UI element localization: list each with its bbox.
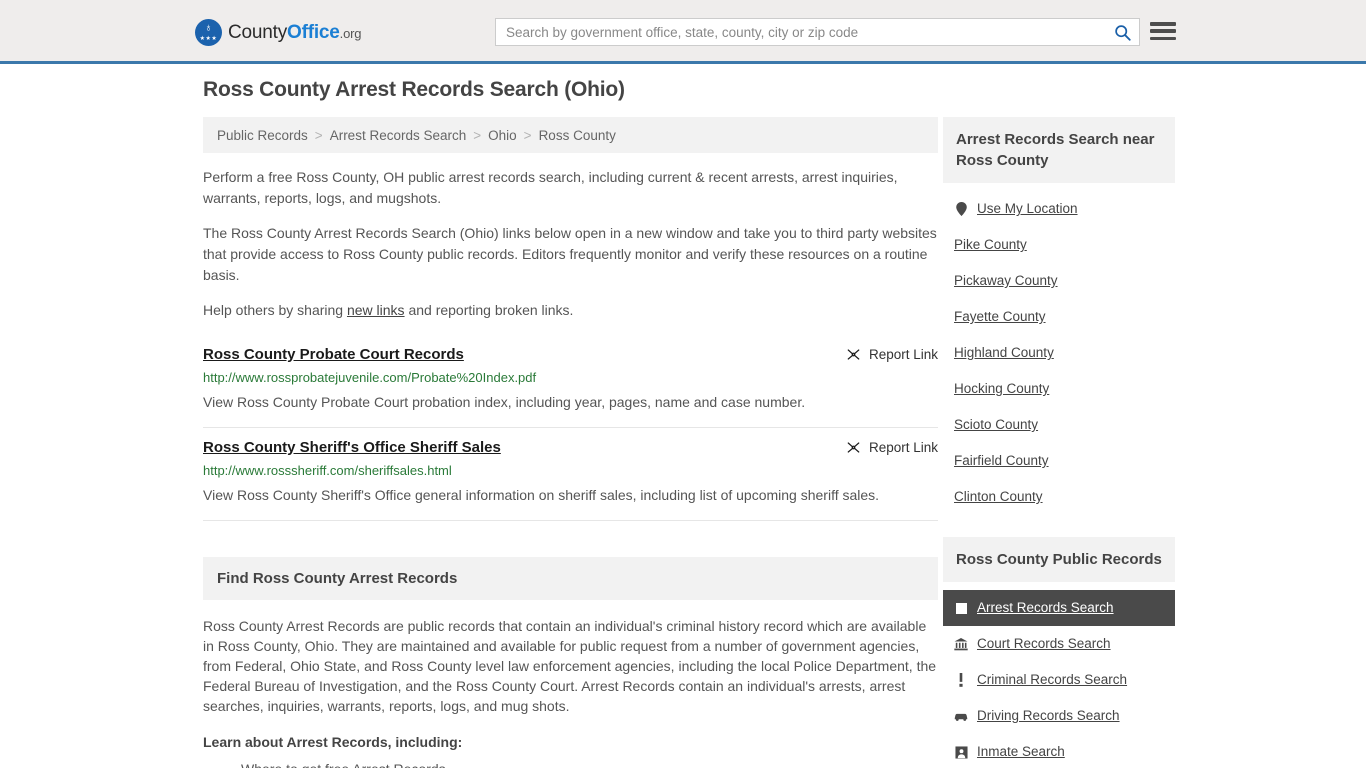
report-link-button[interactable]: Report Link xyxy=(846,438,938,455)
eagle-icon: ♁ xyxy=(204,22,213,34)
main-content: Public Records > Arrest Records Search >… xyxy=(203,117,938,768)
sidebar-item-label: Fairfield County xyxy=(954,453,1049,468)
intro-paragraph-3-before: Help others by sharing xyxy=(203,302,347,318)
logo-text-part1: County xyxy=(228,21,288,43)
sidebar-item-pike-county[interactable]: Pike County xyxy=(943,227,1175,263)
hamburger-bar xyxy=(1150,29,1176,33)
sidebar-item-label: Fayette County xyxy=(954,309,1046,324)
sidebar-item-driving-records-search[interactable]: Driving Records Search xyxy=(943,698,1175,734)
search-button[interactable] xyxy=(1105,19,1139,45)
public-records-heading: Ross County Public Records xyxy=(943,537,1175,582)
sidebar-item-label: Arrest Records Search xyxy=(977,600,1114,615)
sidebar: Arrest Records Search near Ross County U… xyxy=(943,117,1175,768)
sidebar-item-label: Driving Records Search xyxy=(977,708,1120,723)
sidebar-item-fairfield-county[interactable]: Fairfield County xyxy=(943,443,1175,479)
inmate-icon xyxy=(954,745,968,759)
site-logo[interactable]: ♁ ★★★ CountyOffice.org xyxy=(195,19,361,46)
search-bar xyxy=(495,18,1140,46)
hamburger-menu-icon[interactable] xyxy=(1150,20,1176,42)
breadcrumb-item-arrest-records-search[interactable]: Arrest Records Search xyxy=(330,128,467,143)
report-link-label: Report Link xyxy=(868,347,938,362)
result-url[interactable]: http://www.rosssheriff.com/sheriffsales.… xyxy=(203,462,938,480)
sidebar-item-scioto-county[interactable]: Scioto County xyxy=(943,407,1175,443)
intro-paragraph-3-after: and reporting broken links. xyxy=(404,302,574,318)
sidebar-item-highland-county[interactable]: Highland County xyxy=(943,335,1175,371)
car-icon xyxy=(954,711,968,722)
search-input[interactable] xyxy=(496,19,1105,45)
result-url[interactable]: http://www.rossprobatejuvenile.com/Proba… xyxy=(203,369,938,387)
learn-about-list: Where to get free Arrest Records xyxy=(203,758,938,768)
result-description: View Ross County Probate Court probation… xyxy=(203,394,806,410)
sidebar-item-court-records-search[interactable]: Court Records Search xyxy=(943,626,1175,662)
public-records-box: Ross County Public Records Arrest Record… xyxy=(943,537,1175,768)
broken-link-icon xyxy=(847,442,860,453)
report-link-label: Report Link xyxy=(868,440,938,455)
logo-emblem-icon: ♁ ★★★ xyxy=(195,19,222,46)
public-records-list: Arrest Records Search Court Records Sear… xyxy=(943,582,1175,768)
sidebar-item-label: Inmate Search xyxy=(977,744,1065,759)
breadcrumb-item-ross-county[interactable]: Ross County xyxy=(539,128,616,143)
breadcrumb-separator: > xyxy=(314,127,323,143)
list-item: Where to get free Arrest Records xyxy=(241,758,938,768)
sidebar-item-clinton-county[interactable]: Clinton County xyxy=(943,479,1175,515)
learn-about-heading: Learn about Arrest Records, including: xyxy=(203,734,463,750)
result-title-link[interactable]: Ross County Sheriff's Office Sheriff Sal… xyxy=(203,438,501,458)
sidebar-item-label: Clinton County xyxy=(954,489,1043,504)
nearby-search-list: Use My Location Pike County Pickaway Cou… xyxy=(943,183,1175,515)
intro-paragraph-3: Help others by sharing new links and rep… xyxy=(203,300,938,321)
report-link-button[interactable]: Report Link xyxy=(846,345,938,362)
sidebar-item-label: Hocking County xyxy=(954,381,1050,396)
breadcrumb: Public Records > Arrest Records Search >… xyxy=(203,117,938,153)
logo-text-part2: Office xyxy=(287,21,340,43)
arrest-records-icon xyxy=(954,602,968,614)
breadcrumb-separator: > xyxy=(473,127,482,143)
result-title-link[interactable]: Ross County Probate Court Records xyxy=(203,345,464,365)
logo-text-tld: .org xyxy=(339,25,362,41)
stars-icon: ★★★ xyxy=(199,36,218,42)
broken-link-icon xyxy=(847,349,860,360)
new-links-link[interactable]: new links xyxy=(347,302,405,318)
sidebar-item-label: Pickaway County xyxy=(954,273,1058,288)
result-header: Ross County Sheriff's Office Sheriff Sal… xyxy=(203,438,938,458)
page-container: Ross County Arrest Records Search (Ohio)… xyxy=(0,64,1366,768)
sidebar-item-arrest-records-search[interactable]: Arrest Records Search xyxy=(943,590,1175,626)
result-item: Ross County Probate Court Records Report… xyxy=(203,335,938,428)
result-item: Ross County Sheriff's Office Sheriff Sal… xyxy=(203,428,938,521)
logo-text: CountyOffice.org xyxy=(228,22,361,44)
find-section-body: Ross County Arrest Records are public re… xyxy=(203,616,938,768)
find-section-heading: Find Ross County Arrest Records xyxy=(203,557,938,600)
nearby-search-box: Arrest Records Search near Ross County U… xyxy=(943,117,1175,515)
sidebar-item-label: Pike County xyxy=(954,237,1027,252)
sidebar-item-label: Court Records Search xyxy=(977,636,1111,651)
sidebar-item-inmate-search[interactable]: Inmate Search xyxy=(943,734,1175,768)
sidebar-item-pickaway-county[interactable]: Pickaway County xyxy=(943,263,1175,299)
exclamation-icon xyxy=(954,673,968,687)
map-pin-icon xyxy=(954,202,968,216)
find-section-paragraph: Ross County Arrest Records are public re… xyxy=(203,618,937,714)
content-columns: Public Records > Arrest Records Search >… xyxy=(0,117,1366,768)
sidebar-item-hocking-county[interactable]: Hocking County xyxy=(943,371,1175,407)
sidebar-item-label: Scioto County xyxy=(954,417,1039,432)
breadcrumb-item-ohio[interactable]: Ohio xyxy=(488,128,517,143)
sidebar-item-label: Use My Location xyxy=(977,201,1078,216)
intro-text: Perform a free Ross County, OH public ar… xyxy=(203,167,938,321)
result-description: View Ross County Sheriff's Office genera… xyxy=(203,487,880,503)
courthouse-icon xyxy=(954,637,968,651)
search-icon xyxy=(1114,24,1131,41)
sidebar-item-label: Criminal Records Search xyxy=(977,672,1128,687)
hamburger-bar xyxy=(1150,22,1176,26)
nearby-search-heading: Arrest Records Search near Ross County xyxy=(943,117,1175,183)
breadcrumb-item-public-records[interactable]: Public Records xyxy=(217,128,308,143)
result-header: Ross County Probate Court Records Report… xyxy=(203,345,938,365)
site-header: ♁ ★★★ CountyOffice.org xyxy=(0,0,1366,64)
breadcrumb-separator: > xyxy=(523,127,532,143)
sidebar-item-label: Highland County xyxy=(954,345,1054,360)
sidebar-item-criminal-records-search[interactable]: Criminal Records Search xyxy=(943,662,1175,698)
hamburger-bar xyxy=(1150,36,1176,40)
sidebar-item-fayette-county[interactable]: Fayette County xyxy=(943,299,1175,335)
intro-paragraph-2: The Ross County Arrest Records Search (O… xyxy=(203,225,937,283)
intro-paragraph-1: Perform a free Ross County, OH public ar… xyxy=(203,169,898,206)
sidebar-item-use-my-location[interactable]: Use My Location xyxy=(943,191,1175,227)
page-title: Ross County Arrest Records Search (Ohio) xyxy=(203,78,625,101)
